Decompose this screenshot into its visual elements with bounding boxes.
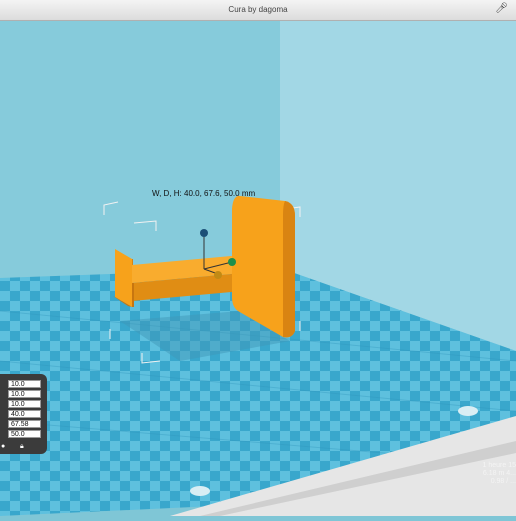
lock-icon[interactable]: 🔒︎ [20,443,24,451]
scale-y-field[interactable]: 10.0 [8,390,41,398]
size-x-field[interactable]: 40.0 [8,410,41,418]
size-z-field[interactable]: 50.0 [8,430,41,438]
filament-weight: 0.98 / ... [490,478,516,485]
filament-length: 6.18 m 4... [482,470,516,477]
foot-marker-front [190,486,210,496]
scale-z-field[interactable]: 10.0 [8,400,41,408]
foot-marker-right [458,406,478,416]
microphone-icon[interactable]: 🎤︎ [495,3,508,14]
reset-icon[interactable]: ● [1,443,5,450]
window-titlebar: Cura by dagoma 🎤︎ [0,0,516,21]
dimensions-label: W, D, H: 40.0, 67.6, 50.0 mm [152,189,256,198]
3d-viewport[interactable]: W, D, H: 40.0, 67.6, 50.0 mm [0,21,516,516]
print-info: 1 heure 15 6.18 m 4... 0.98 / ... [470,462,516,486]
scale-x-field[interactable]: 10.0 [8,380,41,388]
scale-panel: 10.0 10.0 10.0 40.0 67.58 50.0 ● 🔒︎ [0,374,47,454]
window-title: Cura by dagoma [228,5,288,14]
print-time: 1 heure 15 [482,462,516,469]
size-y-field[interactable]: 67.58 [8,420,41,428]
scene-svg[interactable] [0,21,516,516]
